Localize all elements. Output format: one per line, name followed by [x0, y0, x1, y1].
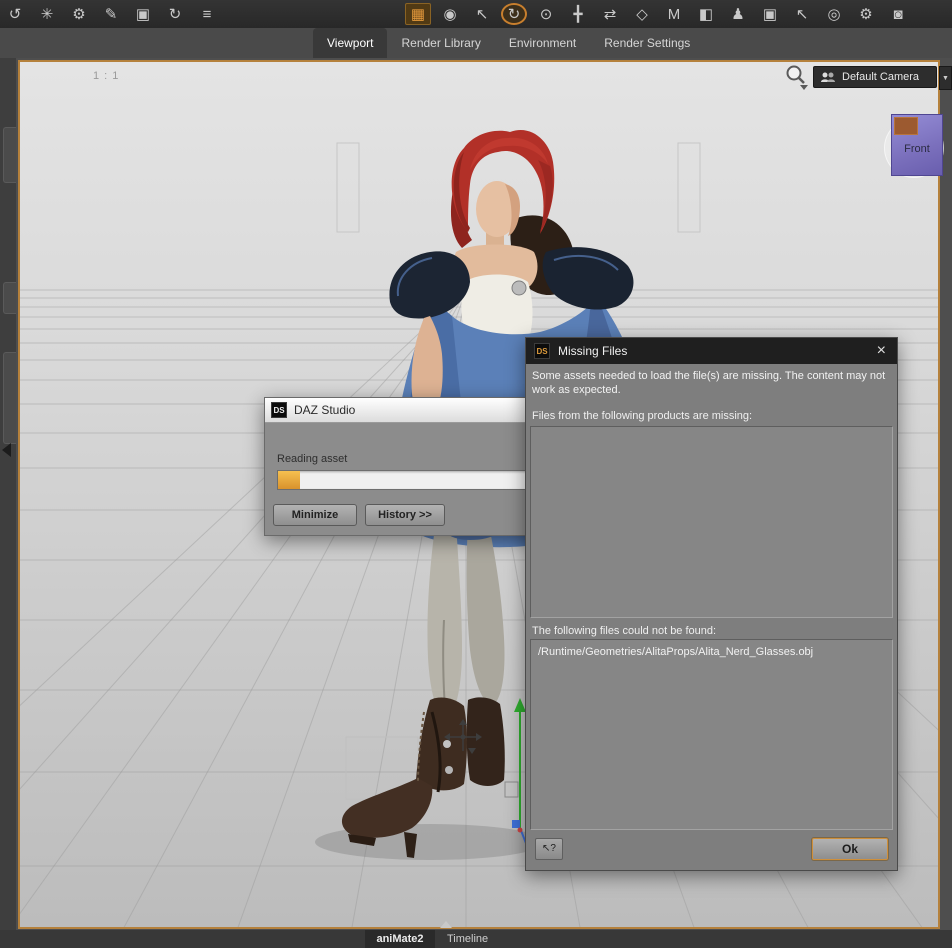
dock-tab-2[interactable] [3, 127, 16, 183]
progress-fill [278, 471, 300, 489]
translate-icon[interactable]: ⇄ [597, 3, 623, 25]
scale-icon[interactable]: ◇ [629, 3, 655, 25]
missing-files-titlebar[interactable]: DS Missing Files × [526, 338, 897, 364]
texture-grid-icon[interactable]: ▦ [405, 3, 431, 25]
top-toolbar: ↺ ✳ ⚙ ✎ ▣ ↻ ≡ ▦ ◉ ↖ ↻ ⊙ ╋ ⇄ ◇ M ◧ ♟ ▣ ↖ … [0, 0, 952, 28]
camera-selector-label: Default Camera [842, 71, 920, 83]
pen-tool-icon[interactable]: ✎ [98, 3, 124, 25]
render-box-icon[interactable]: ▣ [757, 3, 783, 25]
view-magnifier-icon[interactable] [784, 63, 810, 91]
figure-icon[interactable]: ♟ [725, 3, 751, 25]
pointer-icon[interactable]: ↖ [789, 3, 815, 25]
sphere-shaded-icon[interactable]: ◉ [437, 3, 463, 25]
cameras-icon [821, 72, 835, 82]
missing-files-label: The following files could not be found: [532, 625, 717, 637]
ds-logo-icon: DS [271, 402, 287, 418]
minimize-button[interactable]: Minimize [273, 504, 357, 526]
left-dock [0, 38, 16, 948]
missing-files-dialog: DS Missing Files × Some assets needed to… [525, 337, 898, 871]
history-button[interactable]: History >> [365, 504, 445, 526]
tab-timeline[interactable]: Timeline [447, 930, 488, 948]
orbit-left-icon[interactable]: ↺ [2, 3, 28, 25]
rotate-orbit-icon[interactable]: ↻ [501, 3, 527, 25]
daz-dialog-titlebar[interactable]: DS DAZ Studio [265, 398, 563, 423]
dock-tab-3[interactable] [3, 282, 16, 314]
view-cube-top-face[interactable] [894, 117, 918, 135]
node-select-icon[interactable]: ↖ [469, 3, 495, 25]
daz-studio-progress-dialog: DS DAZ Studio Reading asset Minimize His… [264, 397, 564, 536]
camera-dropdown-arrow-icon[interactable]: ▼ [939, 66, 952, 90]
gear-sphere-icon[interactable]: ⚙ [66, 3, 92, 25]
bottom-pane-expand-icon[interactable] [440, 921, 452, 928]
missing-products-label: Files from the following products are mi… [532, 410, 753, 422]
camera-selector[interactable]: Default Camera [813, 66, 937, 88]
missing-file-item[interactable]: /Runtime/Geometries/AlitaProps/Alita_Ner… [531, 640, 892, 664]
bottom-bar: aniMate2 Timeline [0, 930, 952, 948]
pane-tab-bar: Viewport Render Library Environment Rend… [0, 28, 952, 58]
close-icon[interactable]: × [874, 343, 889, 359]
tab-render-settings[interactable]: Render Settings [590, 28, 704, 58]
aspect-ratio-label: 1 : 1 [93, 70, 120, 82]
missing-files-list[interactable]: /Runtime/Geometries/AlitaProps/Alita_Ner… [530, 639, 893, 830]
reading-asset-label: Reading asset [277, 453, 348, 465]
tab-render-library[interactable]: Render Library [387, 28, 494, 58]
camera-render-icon[interactable]: ◙ [885, 3, 911, 25]
orbit-right-icon[interactable]: ↻ [162, 3, 188, 25]
view-cube-label: Front [904, 143, 930, 155]
toolbar-left-group: ↺ ✳ ⚙ ✎ ▣ ↻ ≡ [2, 0, 226, 28]
missing-files-title: Missing Files [558, 344, 628, 358]
dock-tab-4[interactable] [3, 352, 16, 444]
menu-list-icon[interactable]: ≡ [194, 3, 220, 25]
toolbar-main-group: ▦ ◉ ↖ ↻ ⊙ ╋ ⇄ ◇ M ◧ ♟ ▣ ↖ ◎ ⚙ ◙ [405, 0, 917, 28]
tab-environment[interactable]: Environment [495, 28, 590, 58]
ds-logo-icon: DS [534, 343, 550, 359]
ok-button[interactable]: Ok [812, 838, 888, 860]
measure-icon[interactable]: M [661, 3, 687, 25]
daz-studio-window: ↺ ✳ ⚙ ✎ ▣ ↻ ≡ ▦ ◉ ↖ ↻ ⊙ ╋ ⇄ ◇ M ◧ ♟ ▣ ↖ … [0, 0, 952, 948]
tab-viewport[interactable]: Viewport [313, 28, 388, 58]
sphere-outline-icon[interactable]: ◎ [821, 3, 847, 25]
snowflake-icon[interactable]: ✳ [34, 3, 60, 25]
dock-collapse-arrow-icon[interactable] [2, 443, 11, 457]
frame-camera-icon[interactable]: ▣ [130, 3, 156, 25]
missing-files-message: Some assets needed to load the file(s) a… [532, 370, 886, 396]
gear-cube-icon[interactable]: ⚙ [853, 3, 879, 25]
tab-animate2[interactable]: aniMate2 [365, 930, 435, 948]
progress-bar [277, 470, 553, 490]
missing-products-list[interactable] [530, 426, 893, 618]
view-cube-front-face[interactable]: Front [891, 114, 943, 176]
whats-this-help-button[interactable]: ↖? [535, 838, 563, 860]
lasso-icon[interactable]: ⊙ [533, 3, 559, 25]
daz-dialog-title: DAZ Studio [294, 403, 356, 417]
view-cube[interactable]: Front [884, 112, 952, 184]
universal-move-icon[interactable]: ╋ [565, 3, 591, 25]
cube-axis-icon[interactable]: ◧ [693, 3, 719, 25]
